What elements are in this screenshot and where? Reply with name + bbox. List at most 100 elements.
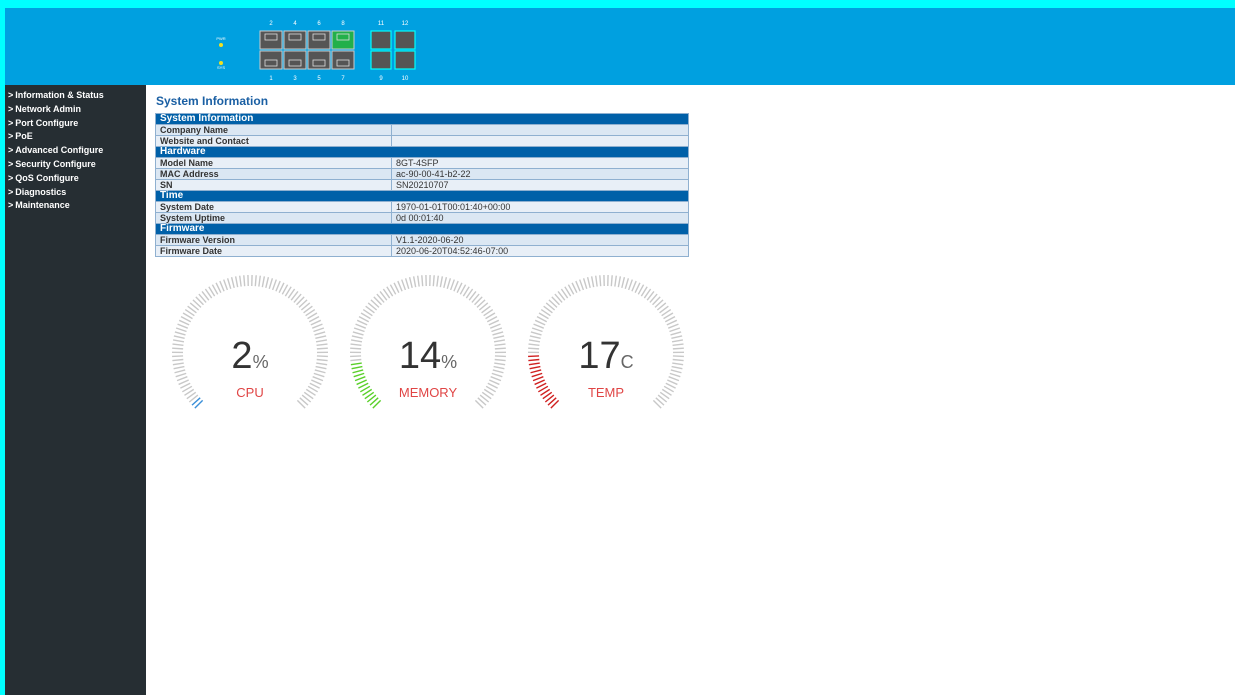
sfp-number-label: 9 — [379, 76, 383, 82]
gauge-value: 14% — [344, 335, 512, 378]
sidebar-item-label: Diagnostics — [15, 186, 67, 197]
sidebar-item-network-admin[interactable]: > Network Admin — [5, 103, 146, 117]
section-title: Hardware — [155, 146, 689, 158]
table-row: Firmware Date 2020-06-20T04:52:46-07:00 — [155, 245, 689, 257]
table-row: System Uptime 0d 00:01:40 — [155, 212, 689, 224]
cpu-gauge: 2% CPU — [166, 275, 334, 415]
sidebar-item-label: Maintenance — [15, 200, 70, 211]
system-info-table: System Information Company Name Website an… — [155, 113, 689, 257]
chevron-right-icon: > — [8, 145, 14, 156]
temp-gauge: 17C TEMP — [522, 275, 690, 415]
table-row: MAC Address ac-90-00-41-b2-22 — [155, 168, 689, 180]
gauge-number: 2 — [231, 335, 253, 377]
port-number-label: 1 — [269, 76, 273, 82]
gauge-number: 17 — [578, 335, 621, 377]
gauge-number: 14 — [398, 335, 442, 377]
port-number-label: 7 — [341, 76, 345, 82]
field-value: V1.1-2020-06-20 — [391, 234, 689, 246]
table-section-header: System Information — [155, 113, 689, 125]
field-label: MAC Address — [155, 168, 392, 180]
chevron-right-icon: > — [8, 103, 14, 114]
field-label: Company Name — [155, 124, 392, 136]
table-row: SN SN20210707 — [155, 179, 689, 191]
table-row: Website and Contact — [155, 135, 689, 147]
sidebar-item-label: Port Configure — [15, 117, 79, 128]
field-value: 2020-06-20T04:52:46-07:00 — [391, 245, 689, 257]
sidebar-item-diagnostics[interactable]: > Diagnostics — [5, 186, 146, 200]
led-label: PWR — [216, 36, 225, 41]
chevron-right-icon: > — [8, 117, 14, 128]
gauge-unit: C — [620, 352, 634, 372]
table-row: Model Name 8GT-4SFP — [155, 157, 689, 169]
chevron-right-icon: > — [8, 90, 14, 100]
table-section-header: Firmware — [155, 223, 689, 235]
field-value: 8GT-4SFP — [391, 157, 689, 169]
header-bar: PWR SYS 2 1 4 3 6 5 8 7 11 9 12 10 — [5, 8, 1235, 85]
sidebar-item-label: Security Configure — [15, 158, 96, 169]
field-value: 1970-01-01T00:01:40+00:00 — [391, 201, 689, 213]
led-indicator — [219, 43, 223, 47]
gauge-value: 17C — [522, 335, 690, 378]
port-number-label: 4 — [293, 21, 297, 27]
field-value: ac-90-00-41-b2-22 — [391, 168, 689, 180]
sidebar-item-advanced-configure[interactable]: > Advanced Configure — [5, 144, 146, 158]
sidebar-item-label: Advanced Configure — [15, 145, 104, 156]
port-number-label: 8 — [341, 21, 345, 27]
sfp-port[interactable] — [370, 50, 392, 70]
field-label: System Date — [155, 201, 392, 213]
app-frame: PWR SYS 2 1 4 3 6 5 8 7 11 9 12 10 > Information & Sta… — [5, 8, 1235, 695]
sidebar-item-poe[interactable]: > PoE — [5, 130, 146, 144]
sidebar-item-label: Network Admin — [15, 103, 81, 114]
field-label: Firmware Date — [155, 245, 392, 257]
sfp-number-label: 12 — [402, 21, 409, 27]
gauge-label: CPU — [236, 385, 264, 400]
field-value: 0d 00:01:40 — [391, 212, 689, 224]
gauge-label: MEMORY — [398, 385, 458, 400]
field-label: System Uptime — [155, 212, 392, 224]
table-section-header: Time — [155, 190, 689, 202]
chevron-right-icon: > — [8, 200, 14, 211]
chevron-right-icon: > — [8, 172, 14, 183]
field-label: SN — [155, 179, 392, 191]
sidebar-item-security-configure[interactable]: > Security Configure — [5, 158, 146, 172]
sidebar-item-qos-configure[interactable]: > QoS Configure — [5, 172, 146, 186]
section-title: Time — [155, 190, 689, 202]
chevron-right-icon: > — [8, 186, 14, 197]
port-number-label: 2 — [269, 21, 273, 27]
table-section-header: Hardware — [155, 146, 689, 158]
sfp-port[interactable] — [394, 30, 416, 50]
field-value — [391, 124, 689, 136]
sidebar-item-port-configure[interactable]: > Port Configure — [5, 117, 146, 131]
main-content: System Information System Information Com… — [146, 85, 1235, 695]
field-value — [391, 135, 689, 147]
port-number-label: 3 — [293, 76, 297, 82]
chevron-right-icon: > — [8, 158, 14, 169]
gauge-value: 2% — [166, 335, 334, 378]
field-label: Website and Contact — [155, 135, 392, 147]
sfp-number-label: 11 — [378, 21, 385, 27]
port-number-label: 5 — [317, 76, 321, 82]
field-label: Model Name — [155, 157, 392, 169]
field-label: Firmware Version — [155, 234, 392, 246]
table-row: System Date 1970-01-01T00:01:40+00:00 — [155, 201, 689, 213]
section-title: Firmware — [155, 223, 689, 235]
table-row: Firmware Version V1.1-2020-06-20 — [155, 234, 689, 246]
sfp-port[interactable] — [370, 30, 392, 50]
table-row: Company Name — [155, 124, 689, 136]
led-label: SYS — [217, 65, 225, 70]
gauge-unit: % — [252, 352, 269, 372]
section-title: System Information — [155, 113, 689, 125]
gauge-unit: % — [441, 352, 458, 372]
page-title: System Information — [156, 94, 269, 108]
sidebar-item-label: Information & Status — [15, 90, 104, 100]
sidebar-item-label: PoE — [15, 131, 33, 142]
memory-gauge: 14% MEMORY — [344, 275, 512, 415]
port-number-label: 6 — [317, 21, 321, 27]
sfp-number-label: 10 — [402, 76, 409, 82]
field-value: SN20210707 — [391, 179, 689, 191]
sfp-port[interactable] — [394, 50, 416, 70]
sidebar-item-information-status[interactable]: > Information & Status — [5, 89, 146, 103]
sidebar-item-maintenance[interactable]: > Maintenance — [5, 199, 146, 213]
sidebar-item-label: QoS Configure — [15, 172, 79, 183]
chevron-right-icon: > — [8, 131, 14, 142]
